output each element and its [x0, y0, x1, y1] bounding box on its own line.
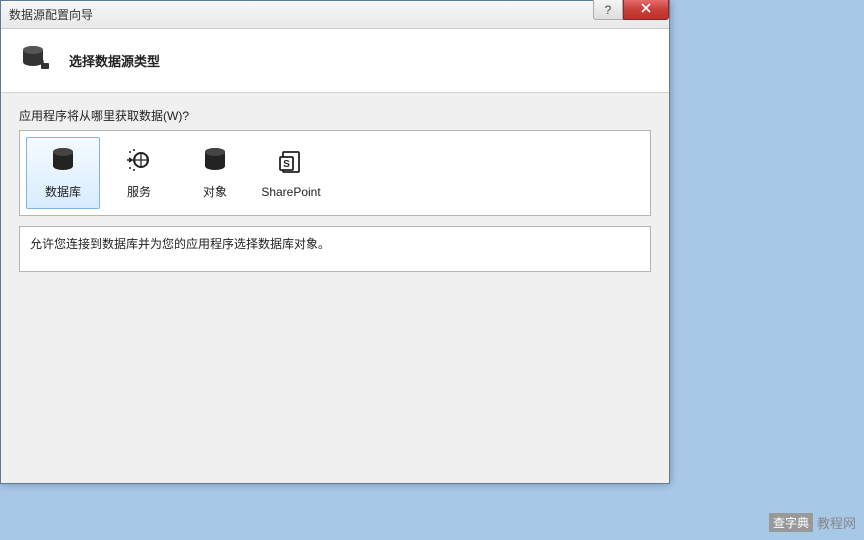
datasource-options: 数据库 服务	[19, 130, 651, 216]
titlebar-buttons: ?	[593, 0, 669, 20]
description-text: 允许您连接到数据库并为您的应用程序选择数据库对象。	[30, 237, 330, 251]
option-sharepoint[interactable]: S SharePoint	[254, 137, 328, 209]
wizard-header-title: 选择数据源类型	[69, 51, 160, 70]
wizard-header: 选择数据源类型	[1, 29, 669, 93]
watermark: 查字典 教程网	[769, 513, 856, 532]
object-icon	[201, 146, 229, 177]
prompt-label: 应用程序将从哪里获取数据(W)?	[19, 107, 651, 124]
option-database[interactable]: 数据库	[26, 137, 100, 209]
close-icon	[640, 2, 652, 17]
service-icon	[125, 146, 153, 177]
option-object[interactable]: 对象	[178, 137, 252, 209]
help-button[interactable]: ?	[593, 0, 623, 20]
sharepoint-icon: S	[277, 148, 305, 179]
option-service[interactable]: 服务	[102, 137, 176, 209]
option-label: SharePoint	[261, 185, 320, 199]
dialog-title: 数据源配置向导	[9, 6, 93, 23]
titlebar: 数据源配置向导 ?	[1, 1, 669, 29]
option-label: 数据库	[45, 183, 81, 200]
option-label: 对象	[203, 183, 227, 200]
description-box: 允许您连接到数据库并为您的应用程序选择数据库对象。	[19, 226, 651, 272]
database-icon	[49, 146, 77, 177]
close-button[interactable]	[623, 0, 669, 20]
watermark-brand: 查字典	[769, 513, 813, 532]
wizard-content: 应用程序将从哪里获取数据(W)? 数据库	[1, 93, 669, 483]
database-wizard-icon	[19, 43, 51, 78]
wizard-dialog: 数据源配置向导 ? 选择数据源类型 应用程序将从哪里获取数据(W)?	[0, 0, 670, 484]
option-label: 服务	[127, 183, 151, 200]
watermark-suffix: 教程网	[817, 513, 856, 532]
svg-text:S: S	[283, 159, 290, 170]
help-icon: ?	[605, 3, 612, 17]
